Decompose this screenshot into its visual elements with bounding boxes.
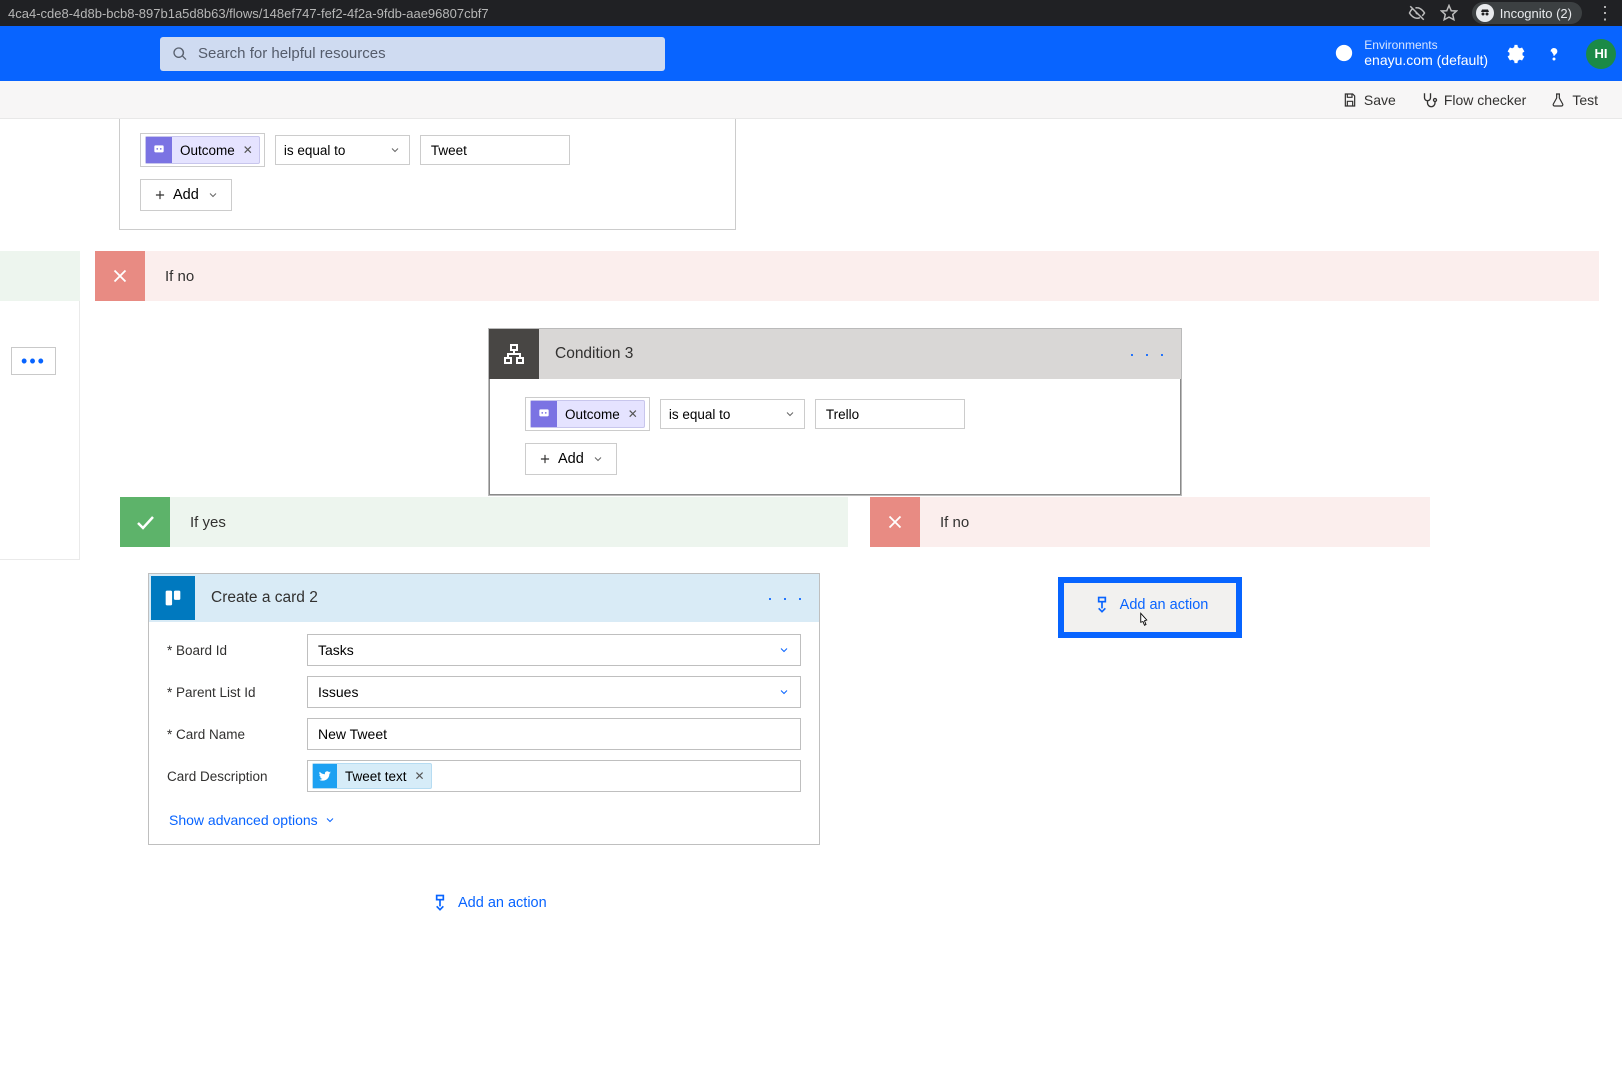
add-condition-button[interactable]: Add xyxy=(140,179,232,211)
dynamic-token-outcome[interactable]: Outcome ✕ xyxy=(145,136,260,164)
chevron-down-icon xyxy=(324,814,336,826)
condition-3-card: Condition 3 · · · Outcome ✕ is equal to xyxy=(488,328,1182,496)
browser-menu-icon[interactable]: ⋮ xyxy=(1596,4,1614,22)
editor-toolbar: Save Flow checker Test xyxy=(0,81,1622,119)
plus-icon xyxy=(153,188,167,202)
stethoscope-icon xyxy=(1420,91,1438,109)
condition-icon xyxy=(489,329,539,379)
plus-icon xyxy=(538,452,552,466)
branch-if-yes[interactable]: If yes xyxy=(120,497,848,547)
avatar[interactable]: HI xyxy=(1586,39,1616,69)
chevron-down-icon xyxy=(778,644,790,656)
chevron-down-icon xyxy=(784,408,796,420)
dynamic-token-tweet-text[interactable]: Tweet text ✕ xyxy=(312,763,432,789)
test-button[interactable]: Test xyxy=(1550,92,1598,108)
help-icon[interactable] xyxy=(1544,44,1564,64)
incognito-pill[interactable]: Incognito (2) xyxy=(1472,2,1582,24)
env-label: Environments xyxy=(1364,39,1488,53)
search-icon xyxy=(172,46,188,62)
trello-create-card-action: Create a card 2 · · · * Board Id Tasks *… xyxy=(148,573,820,845)
chevron-down-icon xyxy=(778,686,790,698)
browser-chrome: 4ca4-cde8-4d8b-bcb8-897b1a5d8b63/flows/1… xyxy=(0,0,1622,26)
card-name-input[interactable]: New Tweet xyxy=(307,718,801,750)
x-icon xyxy=(870,497,920,547)
save-button[interactable]: Save xyxy=(1342,92,1396,108)
chevron-down-icon xyxy=(207,189,219,201)
chevron-down-icon xyxy=(389,144,401,156)
browser-url: 4ca4-cde8-4d8b-bcb8-897b1a5d8b63/flows/1… xyxy=(8,6,489,21)
trello-icon xyxy=(151,576,195,620)
card-menu-button[interactable]: · · · xyxy=(1129,344,1167,365)
operator-select[interactable]: is equal to xyxy=(660,399,805,429)
add-action-icon xyxy=(430,893,450,913)
tracking-off-icon[interactable] xyxy=(1408,4,1426,22)
branch-if-no[interactable]: If no xyxy=(95,251,1599,301)
env-value: enayu.com (default) xyxy=(1364,52,1488,68)
flask-icon xyxy=(1550,92,1566,108)
branch-if-no-2[interactable]: If no xyxy=(870,497,1430,547)
add-an-action-button-highlighted[interactable]: Add an action xyxy=(1058,577,1243,638)
add-an-action-button[interactable]: Add an action xyxy=(430,893,547,913)
field-label-parent-list: * Parent List Id xyxy=(167,685,307,700)
operator-select[interactable]: is equal to xyxy=(275,135,410,165)
globe-icon xyxy=(1334,43,1354,63)
parent-list-select[interactable]: Issues xyxy=(307,676,801,708)
add-action-icon xyxy=(1092,595,1112,615)
app-header: Search for helpful resources Environment… xyxy=(0,26,1622,81)
value-input[interactable]: Tweet xyxy=(420,135,570,165)
remove-token-icon[interactable]: ✕ xyxy=(628,407,638,421)
remove-token-icon[interactable]: ✕ xyxy=(415,769,425,783)
search-placeholder: Search for helpful resources xyxy=(198,45,386,62)
star-icon[interactable] xyxy=(1440,4,1458,22)
incognito-icon xyxy=(1476,4,1494,22)
twitter-icon xyxy=(313,764,337,788)
add-condition-button[interactable]: Add xyxy=(525,443,617,475)
condition-3-header[interactable]: Condition 3 · · · xyxy=(489,329,1181,379)
power-virtual-agents-icon xyxy=(531,401,557,427)
check-icon xyxy=(120,497,170,547)
more-branches-button[interactable]: ••• xyxy=(11,347,56,375)
left-branch-stub xyxy=(0,251,80,560)
environment-picker[interactable]: Environments enayu.com (default) xyxy=(1334,39,1488,69)
x-icon xyxy=(95,251,145,301)
condition-top-body: Outcome ✕ is equal to Tweet Add xyxy=(119,119,736,230)
value-input[interactable]: Trello xyxy=(815,399,965,429)
card-menu-button[interactable]: · · · xyxy=(767,588,805,609)
gear-icon[interactable] xyxy=(1506,44,1526,64)
trello-action-header[interactable]: Create a card 2 · · · xyxy=(149,574,819,622)
search-input[interactable]: Search for helpful resources xyxy=(160,37,665,71)
card-description-input[interactable]: Tweet text ✕ xyxy=(307,760,801,792)
if-yes-body: Create a card 2 · · · * Board Id Tasks *… xyxy=(120,547,848,905)
remove-token-icon[interactable]: ✕ xyxy=(243,143,253,157)
show-advanced-options[interactable]: Show advanced options xyxy=(167,812,336,828)
flow-checker-button[interactable]: Flow checker xyxy=(1420,91,1526,109)
flow-canvas[interactable]: ••• Outcome ✕ is equal to Tweet xyxy=(0,119,1622,1080)
field-label-card-description: Card Description xyxy=(167,769,307,784)
field-label-card-name: * Card Name xyxy=(167,727,307,742)
field-label-board-id: * Board Id xyxy=(167,643,307,658)
dynamic-token-outcome[interactable]: Outcome ✕ xyxy=(530,400,645,428)
board-id-select[interactable]: Tasks xyxy=(307,634,801,666)
chevron-down-icon xyxy=(592,453,604,465)
incognito-label: Incognito (2) xyxy=(1500,6,1572,21)
power-virtual-agents-icon xyxy=(146,137,172,163)
if-no-body: Add an action xyxy=(870,547,1430,667)
save-icon xyxy=(1342,92,1358,108)
